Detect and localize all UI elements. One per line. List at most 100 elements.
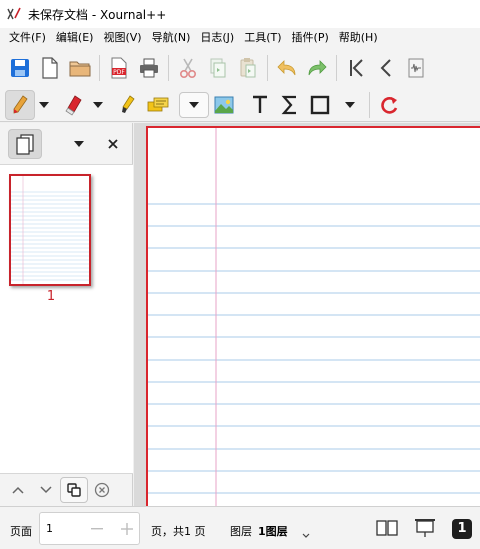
document-canvas[interactable] <box>134 123 480 506</box>
eraser-options-dropdown[interactable] <box>89 90 107 120</box>
paste-icon <box>240 58 256 78</box>
svg-text:PDF: PDF <box>113 69 125 76</box>
toolbar-separator <box>369 91 370 118</box>
duplicate-icon <box>67 483 81 497</box>
delete-page-button[interactable] <box>88 477 116 503</box>
copy-icon <box>210 58 226 78</box>
save-button[interactable] <box>5 53 35 83</box>
dual-page-view-button[interactable] <box>376 519 398 540</box>
menu-tools[interactable]: 工具(T) <box>239 28 286 48</box>
page-label: 页面 <box>10 525 32 538</box>
menu-help[interactable]: 帮助(H) <box>334 28 383 48</box>
new-document-icon <box>42 57 58 79</box>
tool-options-dropdown[interactable] <box>179 91 209 118</box>
page-thumbnail[interactable] <box>9 174 91 286</box>
pen-options-dropdown[interactable] <box>35 90 53 120</box>
previous-page-button[interactable] <box>371 53 401 83</box>
eraser-tool-button[interactable] <box>59 90 89 120</box>
export-pdf-button[interactable]: PDF <box>104 53 134 83</box>
menu-plugins[interactable]: 插件(P) <box>287 28 334 48</box>
status-bar: 页面 1 页，共1 页 图层 1图层 1 <box>0 506 480 549</box>
shape-tool-button[interactable] <box>305 90 335 120</box>
page-number-badge[interactable]: 1 <box>452 519 472 539</box>
document-page[interactable] <box>146 126 480 506</box>
title-bar: 未保存文档 - Xournal++ <box>0 0 480 28</box>
menu-navigation[interactable]: 导航(N) <box>147 28 196 48</box>
layer-dropdown-arrow[interactable] <box>302 529 310 542</box>
pages-icon <box>16 134 34 155</box>
page-preview-tab[interactable] <box>8 129 42 159</box>
rotation-snap-button[interactable] <box>374 90 404 120</box>
minus-icon <box>91 528 103 530</box>
page-total-label: 页，共1 页 <box>151 525 206 538</box>
printer-icon <box>140 58 158 78</box>
audio-button[interactable] <box>401 53 431 83</box>
sidebar-view-dropdown[interactable] <box>70 135 88 153</box>
sidebar-close-button[interactable] <box>104 135 122 153</box>
text-note-icon <box>147 97 169 111</box>
page-number-value[interactable]: 1 <box>46 522 53 535</box>
move-page-up-button[interactable] <box>4 477 32 503</box>
toolbar-separator <box>336 55 337 81</box>
menu-view[interactable]: 视图(V) <box>98 28 146 48</box>
undo-icon <box>277 60 296 76</box>
new-document-button[interactable] <box>35 53 65 83</box>
scissors-icon <box>179 58 197 79</box>
pdf-icon: PDF <box>111 57 127 79</box>
menu-edit[interactable]: 编辑(E) <box>51 28 99 48</box>
page-decrement-button[interactable] <box>86 517 108 541</box>
app-logo-icon <box>6 6 22 22</box>
page-thumbnail-number: 1 <box>46 289 56 304</box>
sigma-icon <box>281 95 296 114</box>
highlighter-icon <box>122 94 135 113</box>
pencil-icon <box>13 94 28 114</box>
open-button[interactable] <box>65 53 95 83</box>
move-page-down-button[interactable] <box>32 477 60 503</box>
presentation-mode-button[interactable] <box>414 517 436 542</box>
presentation-icon <box>415 519 435 537</box>
copy-button[interactable] <box>203 53 233 83</box>
menu-journal[interactable]: 日志(J) <box>195 28 239 48</box>
highlighter-tool-button[interactable] <box>113 90 143 120</box>
chevron-down-icon <box>40 486 52 494</box>
caret-down-icon <box>345 101 355 108</box>
two-pages-icon <box>376 520 398 536</box>
cut-button[interactable] <box>173 53 203 83</box>
layer-label: 图层 <box>230 525 252 538</box>
math-tool-button[interactable] <box>275 90 305 120</box>
rectangle-icon <box>310 95 330 114</box>
tools-toolbar <box>0 88 480 122</box>
window-title: 未保存文档 - Xournal++ <box>28 7 167 22</box>
caret-down-icon <box>39 101 49 108</box>
chevron-up-icon <box>12 486 24 494</box>
page-number-spinner[interactable]: 1 <box>39 512 140 545</box>
paste-button[interactable] <box>233 53 263 83</box>
pen-tool-button[interactable] <box>5 89 35 120</box>
redo-button[interactable] <box>302 53 332 83</box>
layer-select[interactable]: 1图层 <box>258 523 288 539</box>
caret-down-icon <box>189 101 199 108</box>
redo-icon <box>308 60 327 76</box>
main-toolbar: PDF <box>0 48 480 88</box>
ruled-paper-background <box>148 128 480 506</box>
print-button[interactable] <box>134 53 164 83</box>
caret-down-icon <box>74 141 84 147</box>
page-increment-button[interactable] <box>116 517 138 541</box>
first-page-icon <box>350 59 363 77</box>
sidebar-header <box>0 123 133 165</box>
audio-page-icon <box>408 58 424 78</box>
menu-file[interactable]: 文件(F) <box>4 28 51 48</box>
close-icon <box>108 139 118 149</box>
chevron-down-icon <box>302 533 310 538</box>
text-tool-button[interactable] <box>143 90 173 120</box>
undo-button[interactable] <box>272 53 302 83</box>
text-tool-t-button[interactable] <box>245 90 275 120</box>
image-tool-button[interactable] <box>209 90 239 120</box>
duplicate-page-button[interactable] <box>60 477 88 503</box>
first-page-button[interactable] <box>341 53 371 83</box>
shape-options-dropdown[interactable] <box>341 90 359 120</box>
page-thumbnail-list: 1 <box>0 165 133 473</box>
toolbar-separator <box>168 55 169 81</box>
toolbar-separator <box>99 55 100 81</box>
chevron-left-icon <box>380 59 391 77</box>
